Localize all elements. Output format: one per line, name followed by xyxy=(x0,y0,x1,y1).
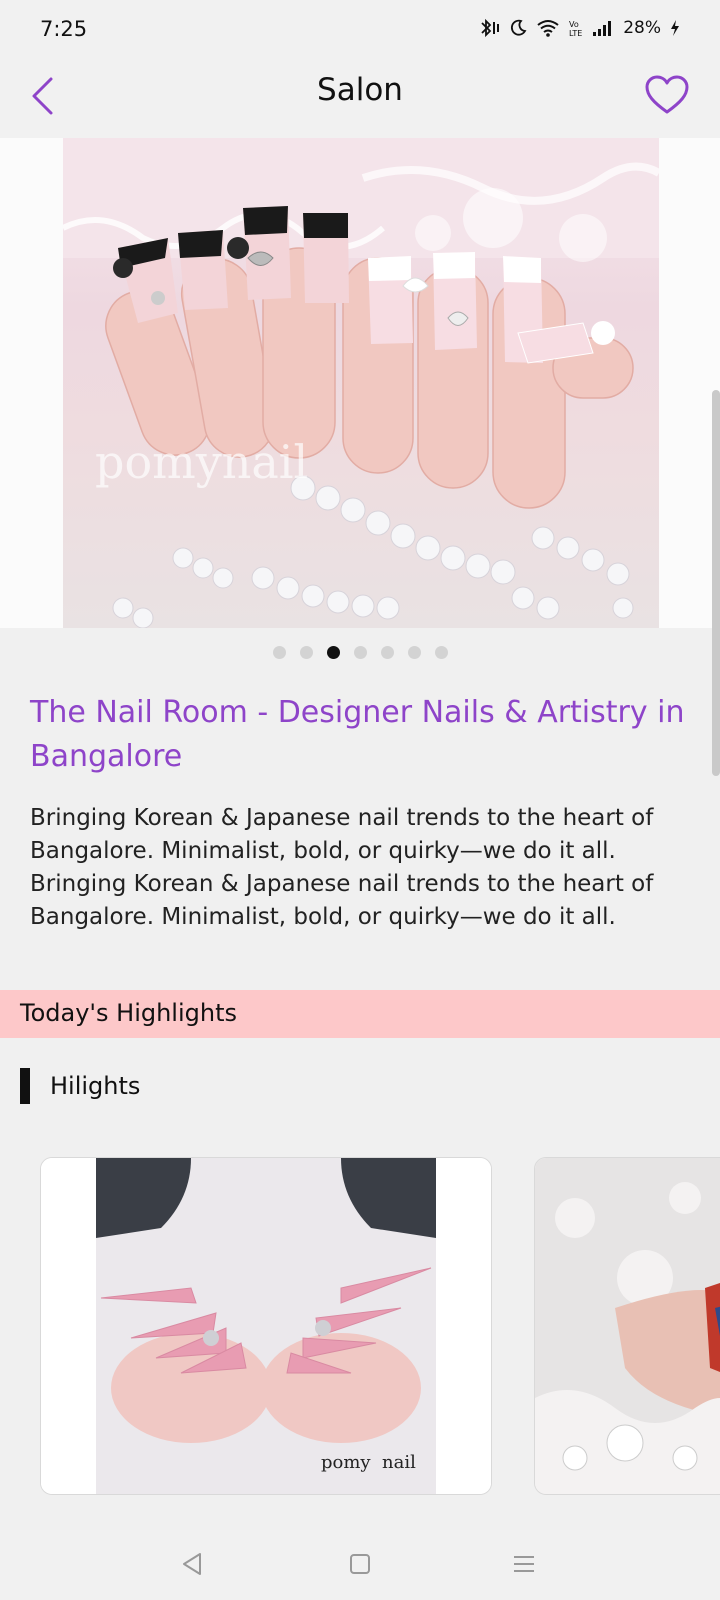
svg-text:Vo: Vo xyxy=(569,20,579,29)
card-watermark: pomy nail xyxy=(321,1452,416,1473)
signal-icon xyxy=(592,19,614,37)
status-icons: Vo LTE 28% xyxy=(478,18,680,38)
pager-dot[interactable] xyxy=(380,646,394,659)
scrollbar[interactable] xyxy=(712,390,720,776)
hero-image: pomynail xyxy=(63,138,659,628)
nav-home-button[interactable] xyxy=(338,1548,382,1584)
charging-icon xyxy=(670,19,680,37)
hero-watermark: pomynail xyxy=(95,435,308,489)
section-header: Hilights xyxy=(20,1068,140,1104)
menu-lines-icon xyxy=(512,1553,536,1579)
highlights-title: Today's Highlights xyxy=(20,999,237,1027)
pager-dot[interactable] xyxy=(272,646,286,659)
wifi-icon xyxy=(536,19,560,37)
pager-dot[interactable] xyxy=(407,646,421,659)
highlight-card-image xyxy=(535,1158,720,1494)
page-title: Salon xyxy=(317,72,403,108)
salon-description: Bringing Korean & Japanese nail trends t… xyxy=(30,805,654,930)
pager-dot[interactable] xyxy=(353,646,367,659)
highlight-card[interactable]: pomy nail xyxy=(40,1157,492,1495)
salon-name: The Nail Room - Designer Nails & Artistr… xyxy=(30,695,685,774)
nav-recents-button[interactable] xyxy=(502,1548,546,1584)
app-bar: Salon xyxy=(0,62,720,138)
do-not-disturb-icon xyxy=(509,19,527,37)
highlight-card-image: pomy nail xyxy=(41,1158,491,1494)
favorite-button[interactable] xyxy=(642,72,692,122)
pager-dot-active[interactable] xyxy=(326,646,340,659)
heart-outline-icon xyxy=(645,75,689,119)
bluetooth-icon xyxy=(478,18,500,38)
hero-gallery[interactable]: pomynail xyxy=(0,138,720,628)
gallery-pager[interactable] xyxy=(0,646,720,664)
system-nav-bar xyxy=(0,1530,720,1600)
battery-percent: 28% xyxy=(623,18,661,38)
highlight-card[interactable] xyxy=(534,1157,720,1495)
home-square-icon xyxy=(349,1553,371,1579)
volte-icon: Vo LTE xyxy=(569,18,583,38)
section-marker xyxy=(20,1068,30,1104)
back-triangle-icon xyxy=(180,1551,204,1581)
pager-dot[interactable] xyxy=(299,646,313,659)
nav-back-button[interactable] xyxy=(170,1548,214,1584)
highlights-banner: Today's Highlights xyxy=(0,990,720,1038)
pager-dot[interactable] xyxy=(434,646,448,659)
status-bar: 7:25 Vo LTE 28% xyxy=(0,0,720,62)
svg-text:LTE: LTE xyxy=(569,29,582,38)
section-label: Hilights xyxy=(50,1072,141,1100)
status-time: 7:25 xyxy=(40,17,88,41)
